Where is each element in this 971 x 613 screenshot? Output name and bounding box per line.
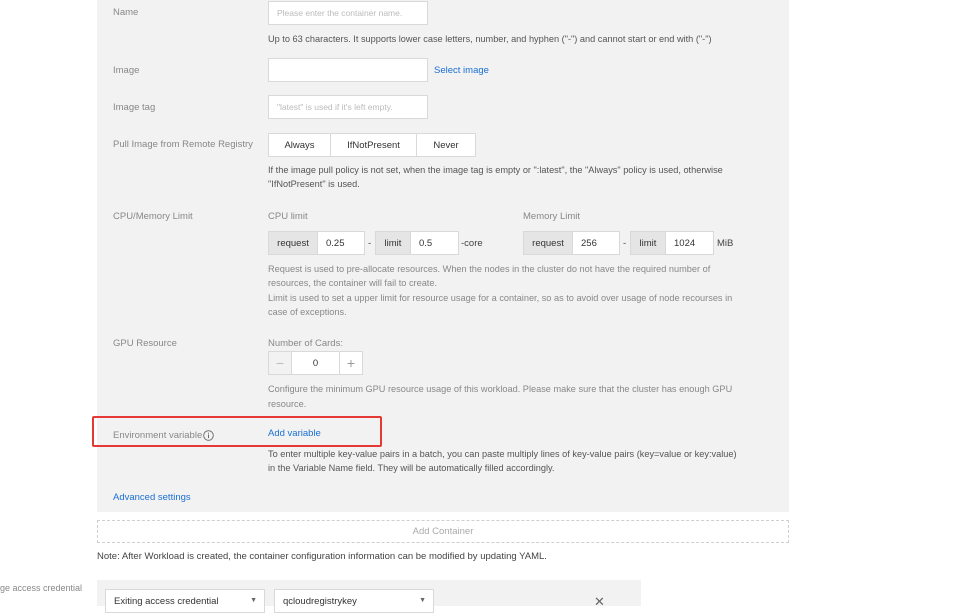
credential-key-value: qcloudregistrykey: [283, 595, 357, 607]
cpu-limit-addon: limit: [375, 231, 411, 255]
gpu-help-2: resource.: [268, 399, 307, 409]
cpu-help-3: Limit is used to set a upper limit for r…: [268, 293, 733, 303]
name-placeholder: Please enter the container name.: [277, 8, 403, 18]
image-label: Image: [113, 65, 140, 76]
name-label: Name: [113, 7, 139, 18]
pull-help-2: "IfNotPresent" is used.: [268, 179, 360, 189]
memory-limit-title: Memory Limit: [523, 211, 581, 222]
gpu-resource-label: GPU Resource: [113, 338, 177, 349]
yaml-note: Note: After Workload is created, the con…: [97, 551, 547, 562]
pull-option-always[interactable]: Always: [268, 133, 331, 157]
memory-unit: MiB: [717, 238, 734, 249]
select-image-link[interactable]: Select image: [434, 65, 489, 76]
name-input[interactable]: Please enter the container name.: [268, 1, 428, 25]
pull-policy-label: Pull Image from Remote Registry: [113, 139, 253, 150]
image-tag-label: Image tag: [113, 102, 156, 113]
cpu-limit-input[interactable]: 0.5: [410, 231, 459, 255]
credential-type-value: Exiting access credential: [114, 595, 219, 607]
image-tag-input[interactable]: "latest" is used if it's left empty.: [268, 95, 428, 119]
memory-dash: -: [623, 238, 627, 249]
credential-label: ge access credential: [0, 583, 83, 593]
memory-request-addon: request: [523, 231, 573, 255]
cpu-unit: -core: [461, 238, 483, 249]
gpu-decrement-button[interactable]: −: [268, 351, 292, 375]
cpu-help-4: case of exceptions.: [268, 307, 347, 317]
gpu-help-1: Configure the minimum GPU resource usage…: [268, 384, 733, 394]
highlight-box: [92, 416, 382, 447]
image-input[interactable]: [268, 58, 428, 82]
pull-policy-segmented: Always IfNotPresent Never: [268, 133, 476, 157]
credential-type-select[interactable]: Exiting access credential ▼: [105, 589, 265, 613]
cpu-limit-title: CPU limit: [268, 211, 308, 222]
cpu-memory-label: CPU/Memory Limit: [113, 211, 193, 222]
gpu-cards-input[interactable]: 0: [291, 351, 340, 375]
credential-key-select[interactable]: qcloudregistrykey ▼: [274, 589, 434, 613]
memory-limit-addon: limit: [630, 231, 666, 255]
pull-option-never[interactable]: Never: [417, 133, 476, 157]
advanced-settings-link[interactable]: Advanced settings: [113, 492, 191, 503]
memory-limit-input[interactable]: 1024: [665, 231, 714, 255]
gpu-cards-label: Number of Cards:: [268, 338, 343, 349]
memory-request-input[interactable]: 256: [572, 231, 620, 255]
env-help-2: in the Variable Name field. They will be…: [268, 463, 555, 473]
cpu-request-addon: request: [268, 231, 318, 255]
cpu-help-2: resources, the container will fail to cr…: [268, 278, 438, 288]
chevron-down-icon: ▼: [419, 597, 426, 604]
cpu-help-1: Request is used to pre-allocate resource…: [268, 264, 711, 274]
add-container-label: Add Container: [412, 526, 474, 537]
name-help: Up to 63 characters. It supports lower c…: [268, 34, 712, 44]
pull-help-1: If the image pull policy is not set, whe…: [268, 165, 723, 175]
chevron-down-icon: ▼: [250, 597, 257, 604]
pull-option-ifnotpresent[interactable]: IfNotPresent: [331, 133, 417, 157]
gpu-increment-button[interactable]: +: [339, 351, 363, 375]
add-container-button[interactable]: Add Container: [97, 520, 789, 543]
cpu-request-input[interactable]: 0.25: [317, 231, 365, 255]
env-help-1: To enter multiple key-value pairs in a b…: [268, 449, 737, 459]
close-icon[interactable]: ✕: [594, 594, 605, 610]
image-tag-placeholder: "latest" is used if it's left empty.: [277, 102, 393, 112]
cpu-dash: -: [368, 238, 372, 249]
